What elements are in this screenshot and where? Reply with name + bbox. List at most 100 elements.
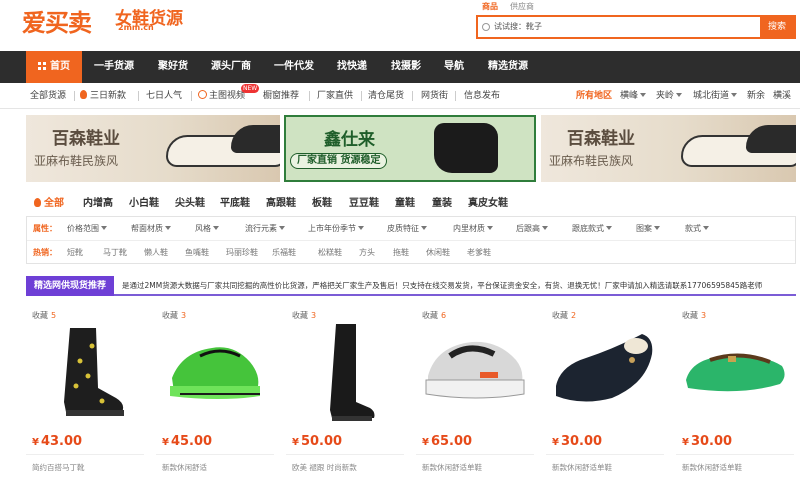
hot-square-toe[interactable]: 方头	[359, 241, 375, 265]
product-card[interactable]: 收藏 3 ¥45.00 新款休闲舒适	[156, 306, 274, 486]
divider	[361, 91, 362, 101]
subnav-3day-new[interactable]: 三日新款	[80, 83, 126, 109]
site-logo[interactable]: 爱买卖	[22, 3, 92, 38]
subnav-factory-direct[interactable]: 厂家直供	[317, 83, 353, 109]
shoe-image	[746, 125, 796, 153]
product-card[interactable]: 收藏 3 ¥30.00 新款休闲舒适单鞋	[676, 306, 794, 486]
filter-pattern[interactable]: 图案	[636, 217, 660, 241]
filter-trend[interactable]: 流行元素	[245, 217, 285, 241]
product-card[interactable]: 收藏 3 ¥50.00 欧美 褪跟 时尚新款	[286, 306, 404, 486]
green-sneaker-image	[170, 347, 260, 399]
cat-pointed[interactable]: 尖头鞋	[175, 193, 205, 215]
region-hengxi[interactable]: 横溪	[773, 83, 791, 109]
divider	[26, 454, 144, 455]
hot-slip-on[interactable]: 懒人鞋	[144, 241, 168, 265]
product-card[interactable]: 收藏 2 ¥30.00 新款休闲舒适单鞋	[546, 306, 664, 486]
region-all[interactable]: 所有地区	[576, 83, 612, 109]
cat-kids-clothing[interactable]: 童装	[432, 193, 452, 215]
nav-item-source-factory[interactable]: 源头厂商	[211, 51, 251, 83]
subnav-clearance[interactable]: 清仓尾货	[368, 83, 404, 109]
product-title[interactable]: 欧美 褪跟 时尚新款	[292, 462, 357, 473]
region-jialing[interactable]: 夹岭	[656, 83, 683, 109]
cat-inner-heel[interactable]: 内增高	[83, 193, 113, 215]
filter-lining[interactable]: 内里材质	[453, 217, 493, 241]
cat-board-shoes[interactable]: 板鞋	[312, 193, 332, 215]
cat-all[interactable]: 全部	[34, 193, 64, 215]
hot-ankle-boots[interactable]: 短靴	[67, 241, 83, 265]
hot-platform[interactable]: 松糕鞋	[318, 241, 342, 265]
search-input[interactable]: 试试搜：靴子	[478, 17, 760, 37]
subnav-web-goods-street[interactable]: 网货街	[421, 83, 448, 109]
banner-subtitle: 亚麻布鞋民族风	[549, 154, 634, 168]
subnav-window-recommend[interactable]: 橱窗推荐	[263, 83, 299, 109]
product-title[interactable]: 新款休闲舒适	[162, 462, 207, 473]
filter-upper-material[interactable]: 帮面材质	[131, 217, 171, 241]
cat-high-heels[interactable]: 高跟鞋	[266, 193, 296, 215]
banner-ad-baisen-right[interactable]: 百森鞋业 亚麻布鞋民族风	[541, 115, 796, 182]
nav-item-navigation[interactable]: 导航	[444, 51, 464, 83]
chevron-down-icon	[213, 226, 219, 230]
subnav-7day-popular[interactable]: 七日人气	[146, 83, 182, 109]
product-card[interactable]: 收藏 5 ¥43.00 简约百搭马丁靴	[26, 306, 144, 486]
region-chengbei[interactable]: 城北街道	[693, 83, 738, 109]
filter-heel-style[interactable]: 跟底款式	[572, 217, 612, 241]
search-button[interactable]: 搜索	[760, 17, 794, 37]
hot-label: 热销：	[33, 248, 57, 257]
filter-season[interactable]: 上市年份季节	[308, 217, 364, 241]
filter-heel-height-label: 后跟高	[516, 224, 540, 233]
cat-leather-women[interactable]: 真皮女鞋	[468, 193, 508, 215]
banner-title: 百森鞋业	[567, 129, 635, 149]
filter-price[interactable]: 价格范围	[67, 217, 107, 241]
subnav-main-video[interactable]: 主图视频	[198, 83, 245, 109]
hot-martin-boots[interactable]: 马丁靴	[103, 241, 127, 265]
hot-dad-shoes[interactable]: 老爹鞋	[467, 241, 491, 265]
hot-mary-jane[interactable]: 玛丽珍鞋	[226, 241, 258, 265]
product-price: ¥30.00	[552, 434, 603, 449]
nav-home-label: 首页	[50, 61, 70, 72]
search-tab-supplier[interactable]: 供应商	[510, 1, 534, 12]
search-tab-goods[interactable]: 商品	[482, 1, 498, 12]
cat-white-shoes[interactable]: 小白鞋	[129, 193, 159, 215]
region-chengbei-label: 城北街道	[693, 91, 730, 101]
hot-slippers[interactable]: 拖鞋	[393, 241, 409, 265]
hot-loafer[interactable]: 乐福鞋	[272, 241, 296, 265]
product-title[interactable]: 新款休闲舒适单鞋	[682, 462, 742, 473]
product-title[interactable]: 新款休闲舒适单鞋	[422, 462, 482, 473]
region-xinyu[interactable]: 新余	[747, 83, 765, 109]
filter-leather[interactable]: 皮质特征	[387, 217, 427, 241]
nav-item-photography[interactable]: 找摄影	[391, 51, 421, 83]
product-price: ¥43.00	[32, 434, 83, 449]
cat-flat[interactable]: 平底鞋	[220, 193, 250, 215]
nav-item-express[interactable]: 找快递	[337, 51, 367, 83]
filter-pattern-label: 图案	[636, 224, 652, 233]
hot-casual[interactable]: 休闲鞋	[426, 241, 450, 265]
product-card[interactable]: 收藏 6 ¥65.00 新款休闲舒适单鞋	[416, 306, 534, 486]
cat-kids-shoes[interactable]: 童鞋	[395, 193, 415, 215]
region-hengfeng[interactable]: 横峰	[620, 83, 647, 109]
nav-home[interactable]: 首页	[26, 51, 82, 83]
filter-attributes-row: 属性： 价格范围 帮面材质 风格 流行元素 上市年份季节 皮质特征 内里材质 后…	[27, 217, 795, 241]
nav-item-selected[interactable]: 精选货源	[488, 51, 528, 83]
promo-title[interactable]: 精选网供现货推荐	[26, 276, 114, 296]
filter-upper-material-label: 帮面材质	[131, 224, 163, 233]
banner-ad-baisen-left[interactable]: 百森鞋业 亚麻布鞋民族风	[26, 115, 280, 182]
hot-peep-toe[interactable]: 鱼嘴鞋	[185, 241, 209, 265]
logo-url: 2mm.cn	[118, 23, 154, 32]
product-title[interactable]: 新款休闲舒适单鞋	[552, 462, 612, 473]
filter-heel-height[interactable]: 后跟高	[516, 217, 548, 241]
subnav-all-goods[interactable]: 全部货源	[30, 83, 66, 109]
banner-ad-xinshilai[interactable]: 鑫仕来 厂家直销 货源稳定	[284, 115, 536, 182]
nav-item-good-goods[interactable]: 聚好货	[158, 51, 188, 83]
subnav-post-info[interactable]: 信息发布	[464, 83, 500, 109]
search-tabs: 商品 供应商	[482, 1, 534, 12]
filter-heel-style-label: 跟底款式	[572, 224, 604, 233]
filter-style[interactable]: 风格	[195, 217, 219, 241]
cat-peas-shoes[interactable]: 豆豆鞋	[349, 193, 379, 215]
price-value: 30.00	[560, 434, 603, 449]
divider	[309, 91, 310, 101]
nav-item-first-hand[interactable]: 一手货源	[94, 51, 134, 83]
banner-subtitle: 厂家直销 货源稳定	[290, 153, 388, 169]
nav-item-dropship[interactable]: 一件代发	[274, 51, 314, 83]
product-title[interactable]: 简约百搭马丁靴	[32, 462, 85, 473]
filter-model[interactable]: 款式	[685, 217, 709, 241]
